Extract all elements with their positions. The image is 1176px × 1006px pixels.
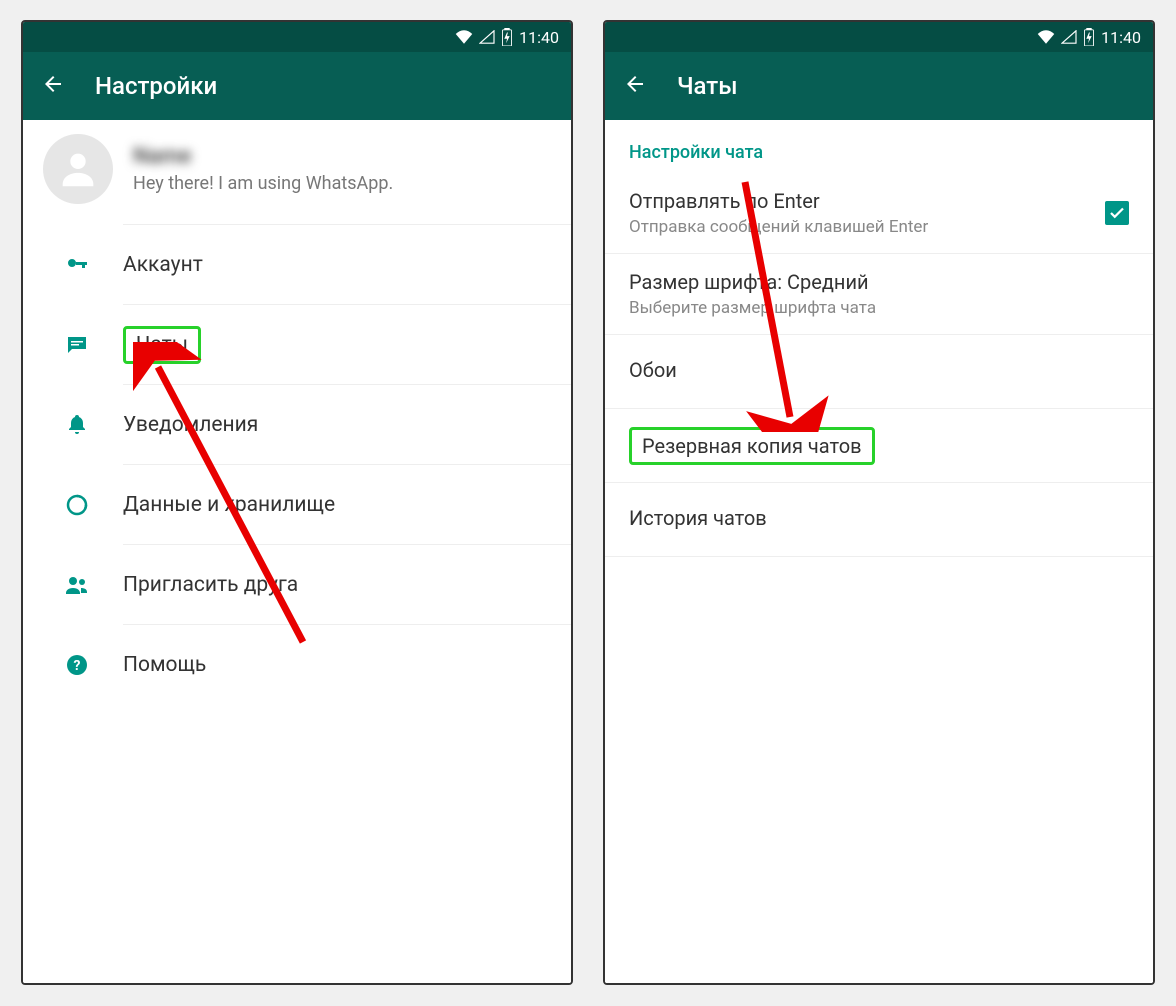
menu-item-help[interactable]: ? Помощь (123, 624, 571, 704)
signal-icon (479, 30, 495, 44)
setting-title: Резервная копия чатов (642, 434, 862, 458)
page-title: Чаты (677, 72, 738, 100)
battery-icon (501, 28, 513, 46)
menu-label: Уведомления (123, 413, 258, 437)
back-icon[interactable] (623, 72, 647, 100)
app-bar: Настройки (23, 52, 571, 120)
menu-label: Помощь (123, 653, 206, 677)
profile-row[interactable]: Name Hey there! I am using WhatsApp. (23, 120, 571, 224)
signal-icon (1061, 30, 1077, 44)
setting-history[interactable]: История чатов (605, 483, 1153, 557)
status-bar: 11:40 (605, 22, 1153, 52)
menu-label: Пригласить друга (123, 573, 298, 597)
setting-subtitle: Отправка сообщений клавишей Enter (629, 217, 1105, 237)
section-title: Настройки чата (605, 120, 1153, 173)
setting-title: Обои (629, 358, 1129, 382)
bell-icon (63, 411, 91, 439)
menu-item-invite[interactable]: Пригласить друга (123, 544, 571, 624)
app-bar: Чаты (605, 52, 1153, 120)
page-title: Настройки (95, 72, 217, 100)
menu-item-chats[interactable]: Чаты (123, 304, 571, 384)
status-time: 11:40 (1101, 28, 1141, 47)
setting-title: Размер шрифта: Средний (629, 270, 1129, 294)
key-icon (63, 251, 91, 279)
setting-subtitle: Выберите размер шрифта чата (629, 298, 1129, 318)
phone-settings: 11:40 Настройки Name Hey there! I am usi… (21, 20, 573, 985)
battery-icon (1083, 28, 1095, 46)
menu-label: Аккаунт (123, 253, 203, 277)
setting-backup[interactable]: Резервная копия чатов (605, 409, 1153, 483)
setting-title: История чатов (629, 506, 1129, 530)
menu-label: Данные и хранилище (123, 493, 335, 517)
settings-content: Name Hey there! I am using WhatsApp. Акк… (23, 120, 571, 983)
menu-item-data[interactable]: Данные и хранилище (123, 464, 571, 544)
data-icon (63, 491, 91, 519)
back-icon[interactable] (41, 72, 65, 100)
settings-menu: Аккаунт Чаты Уведомления (23, 224, 571, 704)
svg-text:?: ? (74, 658, 81, 674)
setting-font-size[interactable]: Размер шрифта: Средний Выберите размер ш… (605, 254, 1153, 335)
profile-status: Hey there! I am using WhatsApp. (133, 173, 393, 194)
profile-name: Name (133, 144, 393, 169)
chat-icon (63, 331, 91, 359)
status-time: 11:40 (519, 28, 559, 47)
setting-enter-send[interactable]: Отправлять по Enter Отправка сообщений к… (605, 173, 1153, 254)
highlight-backup: Резервная копия чатов (629, 427, 875, 465)
setting-title: Отправлять по Enter (629, 189, 1105, 213)
wifi-icon (1037, 30, 1055, 44)
menu-item-account[interactable]: Аккаунт (123, 224, 571, 304)
menu-label: Чаты (136, 333, 188, 357)
chat-settings-content: Настройки чата Отправлять по Enter Отпра… (605, 120, 1153, 983)
setting-wallpaper[interactable]: Обои (605, 335, 1153, 409)
highlight-chats: Чаты (123, 326, 201, 364)
wifi-icon (455, 30, 473, 44)
profile-text: Name Hey there! I am using WhatsApp. (133, 144, 393, 194)
help-icon: ? (63, 651, 91, 679)
menu-item-notifications[interactable]: Уведомления (123, 384, 571, 464)
phone-chats-settings: 11:40 Чаты Настройки чата Отправлять по … (603, 20, 1155, 985)
avatar (43, 134, 113, 204)
status-bar: 11:40 (23, 22, 571, 52)
checkbox-checked-icon[interactable] (1105, 201, 1129, 225)
people-icon (63, 571, 91, 599)
